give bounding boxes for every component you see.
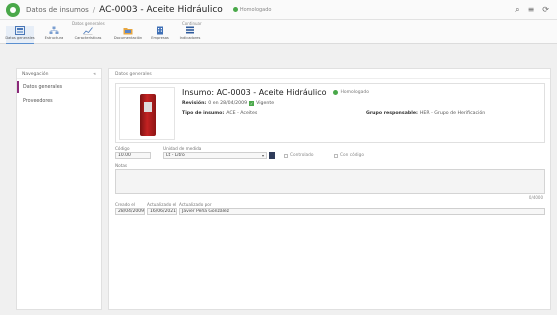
- status-dot-icon: [332, 90, 338, 95]
- item-status: Homologado: [340, 90, 370, 95]
- revision-state: Vigente: [256, 101, 275, 106]
- group-value: HER - Grupo de Herificación: [419, 111, 486, 116]
- toolbar-button-label: Características: [74, 36, 102, 40]
- unit-select-value: Lt - Litro: [166, 153, 185, 158]
- checkbox-icon: [284, 153, 288, 158]
- search-icon[interactable]: ⌕: [515, 5, 519, 15]
- title-bar: Datos de insumos / AC-0003 - Aceite Hidr…: [0, 0, 557, 20]
- toolbar-button-characteristics[interactable]: Características: [74, 26, 102, 44]
- updated-by-field: Javier Peña González: [179, 208, 545, 215]
- barrel-icon: [140, 94, 156, 136]
- item-title: Insumo: AC-0003 - Aceite Hidráulico Homo…: [182, 88, 369, 97]
- sidebar-header: Navegación «: [17, 69, 101, 79]
- building-icon: [157, 26, 163, 35]
- group-line: Grupo responsable: HER - Grupo de Herifi…: [366, 111, 485, 116]
- revision-label: Revisión:: [182, 101, 207, 106]
- controlled-label: Controlado: [290, 153, 314, 158]
- menu-icon[interactable]: ≡: [528, 5, 535, 15]
- toolbar-button-label: Datos generales: [5, 36, 35, 40]
- toolbar-button-indicators[interactable]: Indicadores: [176, 26, 204, 44]
- updated-by-label: Actualizado por: [179, 202, 212, 207]
- tree-icon: [49, 26, 59, 34]
- refresh-icon[interactable]: ⟳: [542, 5, 549, 15]
- toolbar-button-label: Estructura: [44, 36, 64, 40]
- section-title: Datos generales: [109, 69, 550, 79]
- item-summary-card: Insumo: AC-0003 - Aceite Hidráulico Homo…: [115, 83, 545, 143]
- grid-icon: [15, 26, 25, 35]
- main-panel: Datos generales Insumo: AC-0003 - Aceite…: [108, 68, 551, 310]
- sidebar-item-suppliers[interactable]: Proveedores: [17, 95, 101, 107]
- product-image: [119, 87, 175, 140]
- type-line: Tipo de insumo: ACE - Aceites: [182, 111, 257, 116]
- app-logo-icon[interactable]: [6, 2, 20, 17]
- checkbox-icon: [334, 153, 338, 158]
- chart-icon: [83, 27, 93, 35]
- notes-textarea[interactable]: [115, 169, 545, 194]
- unit-label: Unidad de medida: [163, 146, 202, 151]
- sidebar-title: Navegación: [22, 72, 49, 77]
- folder-icon: [123, 28, 133, 35]
- type-value: ACE - Aceites: [226, 111, 258, 116]
- notes-label: Notas: [115, 163, 128, 168]
- created-label: Creado el: [115, 202, 135, 207]
- sidebar: Navegación « Datos generales Proveedores: [16, 68, 102, 310]
- toolbar: Datos generales Continuar Datos generale…: [0, 20, 557, 44]
- updated-label: Actualizado el: [147, 202, 177, 207]
- breadcrumb-parent[interactable]: Datos de insumos: [26, 6, 89, 14]
- with-code-label: Con código: [340, 153, 364, 158]
- breadcrumb-separator: /: [92, 5, 96, 14]
- created-field: 28/04/2009: [115, 208, 145, 215]
- collapse-icon[interactable]: «: [93, 72, 96, 77]
- status-badge: Homologado: [232, 6, 272, 13]
- notes-counter: 0/4000: [528, 195, 543, 200]
- item-title-text: Insumo: AC-0003 - Aceite Hidráulico: [182, 88, 327, 97]
- unit-select[interactable]: Lt - Litro ▾: [163, 152, 267, 159]
- status-dot-icon: [232, 7, 238, 12]
- type-label: Tipo de insumo:: [182, 111, 225, 116]
- list-icon: [186, 26, 194, 34]
- code-label: Código: [115, 146, 130, 151]
- chevron-down-icon: ▾: [261, 153, 264, 158]
- sidebar-item-general-data[interactable]: Datos generales: [17, 81, 101, 93]
- page-title: AC-0003 - Aceite Hidráulico: [99, 4, 223, 15]
- sidebar-item-label: Datos generales: [23, 84, 63, 90]
- code-field[interactable]: 10.00: [115, 152, 151, 159]
- updated-field: 16/06/2021: [147, 208, 177, 215]
- toolbar-button-companies[interactable]: Empresas: [146, 26, 174, 44]
- toolbar-button-structure[interactable]: Estructura: [40, 26, 68, 44]
- revision-value: 0 en 28/04/2009: [208, 101, 248, 106]
- check-icon: ✓: [249, 101, 255, 106]
- toolbar-button-label: Empresas: [151, 36, 169, 40]
- window-controls: ⌕ ≡ ⟳: [515, 5, 549, 15]
- toolbar-button-label: Documentación: [113, 36, 143, 40]
- sidebar-item-label: Proveedores: [23, 98, 53, 104]
- toolbar-button-general-data[interactable]: Datos generales: [5, 26, 35, 44]
- revision-line: Revisión: 0 en 28/04/2009 ✓ Vigente: [182, 101, 274, 106]
- toolbar-button-label: Indicadores: [179, 36, 201, 40]
- status-text: Homologado: [239, 6, 272, 13]
- toolbar-button-documentation[interactable]: Documentación: [114, 26, 142, 44]
- group-label: Grupo responsable:: [366, 111, 418, 116]
- unit-lookup-button[interactable]: [269, 152, 275, 159]
- with-code-checkbox[interactable]: Con código: [334, 153, 364, 158]
- controlled-checkbox[interactable]: Controlado: [284, 153, 314, 158]
